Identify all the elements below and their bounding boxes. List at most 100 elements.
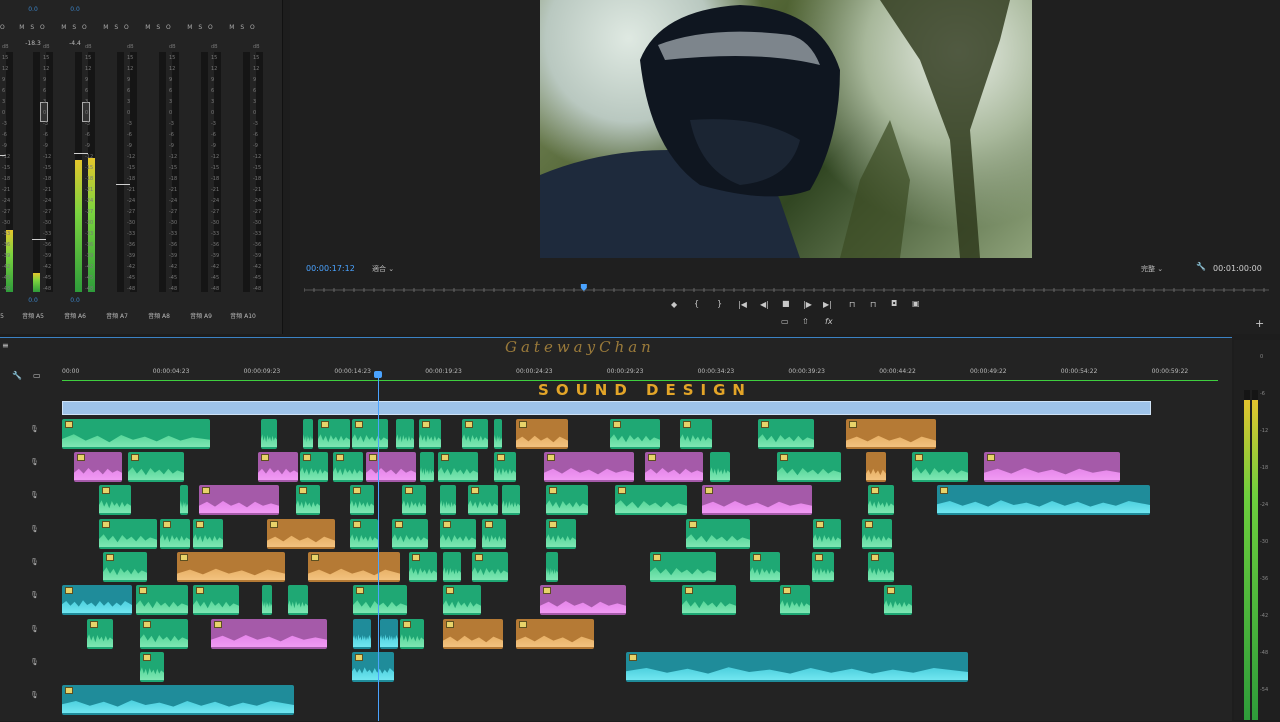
audio-clip[interactable]	[462, 419, 488, 449]
insert-icon[interactable]: ⊓	[849, 300, 855, 309]
audio-clip[interactable]	[777, 452, 841, 482]
microphone-icon[interactable]: 🎙	[30, 658, 39, 666]
audio-clip[interactable]	[937, 485, 1150, 515]
audio-clip[interactable]	[199, 485, 279, 515]
microphone-icon[interactable]: 🎙	[30, 491, 39, 499]
audio-clip[interactable]	[610, 419, 660, 449]
audio-clip[interactable]	[438, 452, 478, 482]
safe-margins-icon[interactable]: ▭	[781, 317, 789, 326]
audio-track-header[interactable]: 🎙	[0, 522, 60, 556]
audio-clip[interactable]	[262, 585, 272, 615]
audio-clip[interactable]	[540, 585, 626, 615]
audio-clip[interactable]	[261, 419, 277, 449]
mute-solo-record-buttons[interactable]: M S O	[222, 24, 264, 31]
audio-clip[interactable]	[258, 452, 298, 482]
audio-track-header[interactable]: 🎙	[0, 688, 60, 722]
add-marker-icon[interactable]: ◆	[671, 300, 677, 309]
audio-clip[interactable]	[392, 519, 428, 549]
audio-clip[interactable]	[303, 419, 313, 449]
stop-icon[interactable]: ■	[782, 299, 790, 308]
audio-clip[interactable]	[409, 552, 437, 582]
mute-solo-record-buttons[interactable]: M S O	[180, 24, 222, 31]
timeline-playhead[interactable]	[378, 374, 379, 721]
panel-menu-icon[interactable]: ≡	[2, 341, 9, 350]
step-forward-icon[interactable]: |▶	[803, 300, 812, 309]
audio-clip[interactable]	[353, 619, 371, 649]
audio-clip[interactable]	[780, 585, 810, 615]
comparison-view-icon[interactable]: ▣	[912, 299, 920, 308]
audio-track-header[interactable]: 🎙	[0, 622, 60, 656]
audio-clip[interactable]	[502, 485, 520, 515]
audio-track-header[interactable]: 🎙	[0, 488, 60, 522]
audio-clip[interactable]	[136, 585, 188, 615]
go-to-in-icon[interactable]: |◀	[738, 300, 747, 309]
audio-clip[interactable]	[333, 452, 363, 482]
step-back-icon[interactable]: ◀|	[760, 300, 769, 309]
audio-clip[interactable]	[193, 519, 223, 549]
audio-clip[interactable]	[686, 519, 750, 549]
audio-track-header[interactable]: 🎙	[0, 588, 60, 622]
audio-clip[interactable]	[710, 452, 730, 482]
audio-clip[interactable]	[296, 485, 320, 515]
audio-clip[interactable]	[813, 519, 841, 549]
audio-clip[interactable]	[440, 485, 456, 515]
export-icon[interactable]: ⇧	[802, 317, 809, 326]
audio-clip[interactable]	[396, 419, 414, 449]
audio-clip[interactable]	[862, 519, 892, 549]
audio-clip[interactable]	[380, 619, 398, 649]
audio-clip[interactable]	[352, 419, 388, 449]
mute-solo-record-buttons[interactable]: M S O	[96, 24, 138, 31]
audio-clip[interactable]	[846, 419, 936, 449]
timeline-time-ruler[interactable]: 00:00 00:00:04:23 00:00:09:23 00:00:14:23 00…	[62, 362, 1218, 382]
audio-clip[interactable]	[99, 519, 157, 549]
audio-clip[interactable]	[402, 485, 426, 515]
audio-clip[interactable]	[440, 519, 476, 549]
audio-clip[interactable]	[128, 452, 184, 482]
audio-clip[interactable]	[353, 585, 407, 615]
mark-out-icon[interactable]: }	[717, 299, 722, 308]
timeline-settings-icon[interactable]: 🔧	[12, 371, 22, 380]
wrench-settings-icon[interactable]: 🔧	[1196, 262, 1206, 271]
audio-clip[interactable]	[472, 552, 508, 582]
audio-clip[interactable]	[546, 552, 558, 582]
audio-clip[interactable]	[494, 419, 502, 449]
audio-clip[interactable]	[180, 485, 188, 515]
channel-volume-value[interactable]: 0.0	[12, 297, 54, 304]
audio-clip[interactable]	[62, 685, 294, 715]
export-frame-icon[interactable]: ◘	[891, 299, 897, 308]
audio-clip[interactable]	[866, 452, 886, 482]
microphone-icon[interactable]: 🎙	[30, 591, 39, 599]
audio-clip[interactable]	[350, 485, 374, 515]
captions-icon[interactable]: ▭	[33, 371, 41, 380]
audio-clip[interactable]	[318, 419, 350, 449]
audio-clip[interactable]	[884, 585, 912, 615]
audio-track-header[interactable]: 🎙	[0, 455, 60, 489]
audio-clip[interactable]	[645, 452, 703, 482]
microphone-icon[interactable]: 🎙	[30, 625, 39, 633]
audio-clip[interactable]	[160, 519, 190, 549]
audio-clip[interactable]	[443, 585, 481, 615]
audio-clip[interactable]	[912, 452, 968, 482]
audio-clip[interactable]	[650, 552, 716, 582]
audio-clip[interactable]	[99, 485, 131, 515]
audio-clip[interactable]	[680, 419, 712, 449]
audio-clip[interactable]	[62, 419, 210, 449]
audio-clip[interactable]	[193, 585, 239, 615]
audio-clip[interactable]	[482, 519, 506, 549]
audio-clip[interactable]	[352, 652, 394, 682]
audio-clip[interactable]	[868, 485, 894, 515]
audio-clip[interactable]	[140, 652, 164, 682]
audio-clip[interactable]	[366, 452, 416, 482]
audio-clip[interactable]	[400, 619, 424, 649]
audio-clip[interactable]	[494, 452, 516, 482]
microphone-icon[interactable]: 🎙	[30, 558, 39, 566]
zoom-fit-dropdown[interactable]: 適合 ⌄	[372, 264, 394, 274]
audio-clip[interactable]	[868, 552, 894, 582]
playhead-timecode[interactable]: 00:00:17:12	[306, 264, 355, 273]
audio-clip[interactable]	[682, 585, 736, 615]
audio-clip[interactable]	[177, 552, 285, 582]
audio-clip[interactable]	[140, 619, 188, 649]
audio-clip[interactable]	[812, 552, 834, 582]
audio-clip[interactable]	[615, 485, 687, 515]
monitor-time-ruler[interactable]	[304, 284, 1269, 292]
